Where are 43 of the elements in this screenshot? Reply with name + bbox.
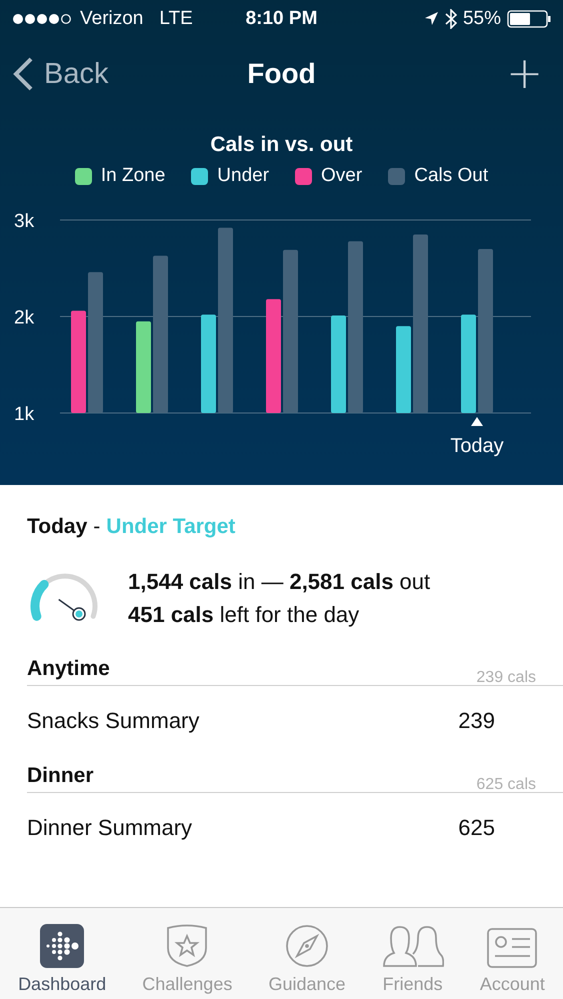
calories-left: 451 cals left for the day [128, 601, 360, 629]
id-card-icon [487, 928, 538, 968]
legend-label: Over [321, 165, 362, 187]
screen-title: Food [247, 58, 316, 90]
today-marker-label: Today [450, 435, 504, 457]
location-icon [424, 11, 439, 26]
calories-summary: 1,544 cals in — 2,581 cals out [128, 568, 430, 596]
meal-calories: 625 [458, 815, 495, 841]
separator: - [93, 515, 100, 539]
battery-icon [507, 10, 551, 28]
target-status: Under Target [106, 515, 236, 539]
meal-title: Anytime [27, 657, 110, 681]
add-button[interactable]: + [506, 52, 543, 96]
meal-name: Snacks Summary [27, 708, 200, 734]
network-type: LTE [159, 8, 193, 30]
signal-icon [12, 12, 74, 24]
meal-summary-row[interactable]: Dinner Summary 625 [27, 793, 563, 853]
meal-total: 239 cals [476, 669, 536, 687]
axis-label: 1k [14, 404, 34, 425]
axis-label: 2k [14, 308, 34, 328]
legend-label: Cals Out [414, 165, 488, 187]
battery-percent: 55% [462, 8, 501, 30]
carrier: Verizon [80, 8, 144, 30]
legend-label: Under [217, 165, 270, 187]
meal-name: Dinner Summary [27, 815, 192, 841]
shield-star-icon [165, 924, 210, 968]
back-button[interactable]: Back [12, 56, 108, 92]
marker-triangle-icon [471, 417, 483, 426]
bluetooth-icon [444, 8, 457, 28]
compass-icon [285, 924, 329, 968]
meal-title: Dinner [27, 764, 94, 788]
people-icon [382, 924, 444, 968]
chart-title: Cals in vs. out [209, 133, 354, 157]
legend-label: In Zone [100, 165, 166, 187]
day-label: Today [27, 515, 88, 539]
meal-summary-row[interactable]: Snacks Summary 239 [27, 686, 563, 746]
dots-logo-icon [40, 924, 84, 968]
meal-calories: 239 [458, 708, 495, 734]
axis-label: 3k [14, 211, 34, 232]
tab[interactable]: Dashboard [18, 924, 106, 995]
meal-total: 625 cals [476, 776, 536, 794]
back-chevron-icon [12, 56, 34, 92]
clock: 8:10 PM [246, 8, 318, 30]
